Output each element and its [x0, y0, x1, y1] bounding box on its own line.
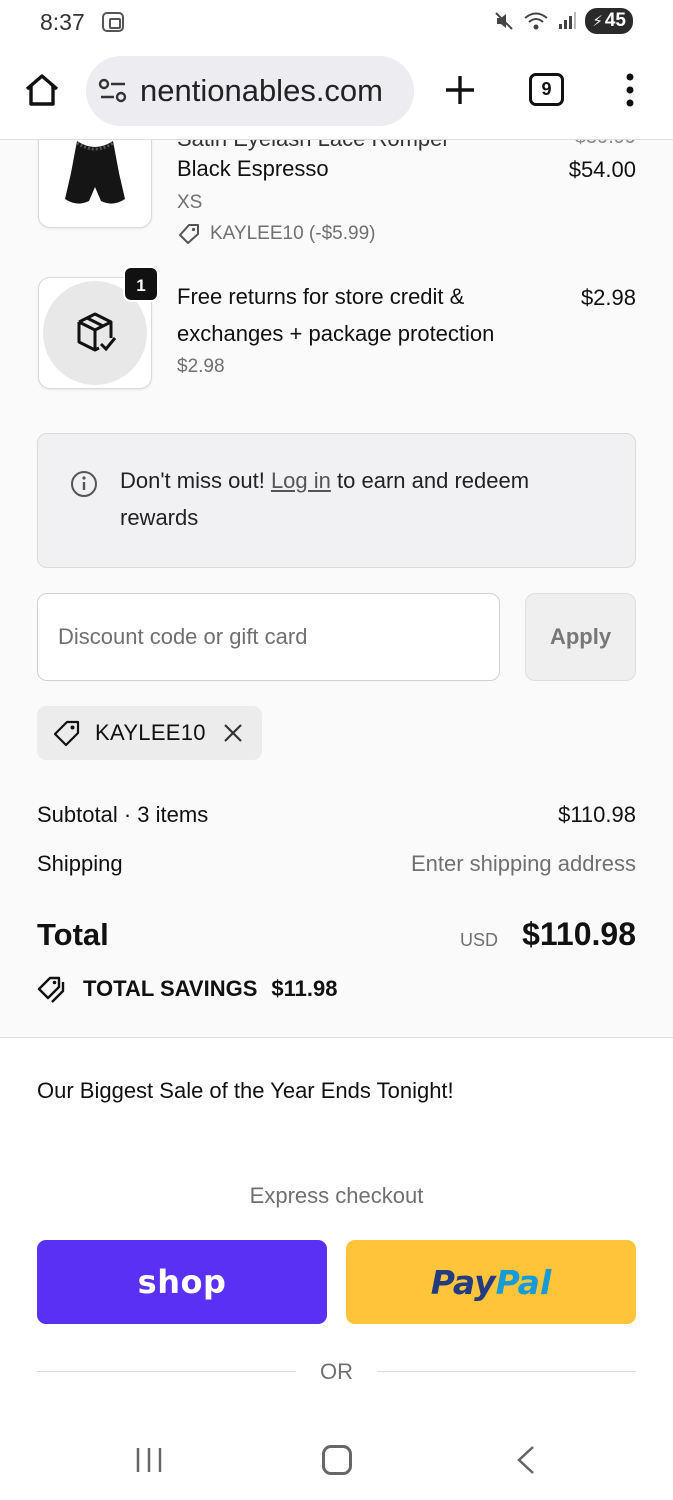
paypal-pay-text: Pay — [430, 1262, 496, 1302]
nav-back-icon[interactable] — [514, 1445, 538, 1475]
paypal-pal-text: Pal — [495, 1262, 552, 1302]
order-summary: Satin Eyelash Lace Romper $59.99 Black E… — [0, 140, 673, 1038]
info-icon — [71, 471, 97, 497]
address-bar[interactable]: nentionables.com — [86, 56, 414, 126]
subtotal-label: Subtotal · 3 items — [37, 802, 209, 827]
product-sub-price: $2.98 — [177, 356, 225, 377]
status-time: 8:37 — [40, 9, 85, 35]
screenshot-icon — [102, 12, 124, 32]
product-size: XS — [177, 192, 203, 213]
recent-apps-icon[interactable] — [134, 1446, 164, 1474]
total-value: $110.98 — [522, 916, 636, 952]
total-label: Total — [37, 917, 109, 952]
applied-discount-code: KAYLEE10 — [95, 720, 206, 745]
rewards-message: Don't miss out! Log in to earn and redee… — [120, 462, 600, 536]
tag-icon — [53, 720, 80, 747]
shipping-label: Shipping — [37, 851, 123, 876]
savings-tag-icon — [37, 976, 65, 1003]
divider-right — [377, 1371, 636, 1372]
total-savings: TOTAL SAVINGS $11.98 — [37, 975, 337, 1003]
nav-home-icon[interactable] — [322, 1445, 352, 1475]
product-variant-name: Black Espresso — [177, 156, 329, 181]
battery-level: 45 — [604, 10, 626, 31]
product-price: $2.98 — [580, 285, 636, 310]
tab-switcher-button[interactable]: 9 — [529, 73, 564, 106]
browser-toolbar: nentionables.com 9 — [0, 46, 673, 140]
item-discount-label: KAYLEE10 (-$5.99) — [210, 223, 376, 244]
discount-code-input[interactable] — [37, 593, 500, 681]
mute-icon — [495, 12, 514, 30]
apply-discount-button[interactable]: Apply — [525, 593, 636, 681]
subtotal-value: $110.98 — [558, 802, 636, 827]
express-checkout-label: Express checkout — [249, 1183, 424, 1208]
shop-pay-button[interactable]: shop — [37, 1240, 327, 1324]
paypal-button[interactable]: PayPal — [346, 1240, 636, 1324]
applied-discount-chip: KAYLEE10 — [37, 706, 262, 760]
savings-label: TOTAL SAVINGS — [83, 976, 258, 1001]
remove-discount-icon[interactable] — [222, 722, 244, 744]
tag-icon — [179, 224, 199, 244]
quantity-badge: 1 — [123, 266, 159, 302]
item-discount: KAYLEE10 (-$5.99) — [177, 222, 375, 246]
product-title: Free returns for store credit & exchange… — [177, 284, 495, 346]
shipping-value: Enter shipping address — [410, 851, 636, 876]
product-image — [38, 140, 152, 228]
battery-indicator: ⚡ 45 — [585, 8, 633, 34]
charging-icon: ⚡ — [592, 13, 603, 30]
new-tab-icon[interactable] — [440, 70, 480, 110]
more-menu-icon[interactable] — [620, 70, 640, 110]
status-icons: ⚡ 45 — [493, 8, 633, 34]
product-price: $54.00 — [568, 157, 636, 182]
or-divider-label: OR — [320, 1359, 353, 1384]
rewards-prefix: Don't miss out! — [120, 468, 265, 493]
rewards-notice: Don't miss out! Log in to earn and redee… — [37, 433, 636, 568]
status-bar: 8:37 ⚡ 45 — [0, 0, 673, 46]
sale-banner: Our Biggest Sale of the Year Ends Tonigh… — [37, 1078, 454, 1103]
home-icon[interactable] — [22, 70, 62, 110]
url-text: nentionables.com — [140, 73, 383, 108]
romper-image — [65, 141, 125, 204]
site-settings-icon[interactable] — [98, 78, 128, 104]
system-navigation-bar — [0, 1420, 673, 1500]
wifi-icon — [524, 12, 548, 30]
signal-icon — [559, 12, 577, 29]
savings-value: $11.98 — [271, 976, 338, 1001]
original-price: $59.99 — [575, 140, 636, 149]
login-link[interactable]: Log in — [271, 468, 331, 493]
total-currency: USD — [460, 930, 499, 950]
